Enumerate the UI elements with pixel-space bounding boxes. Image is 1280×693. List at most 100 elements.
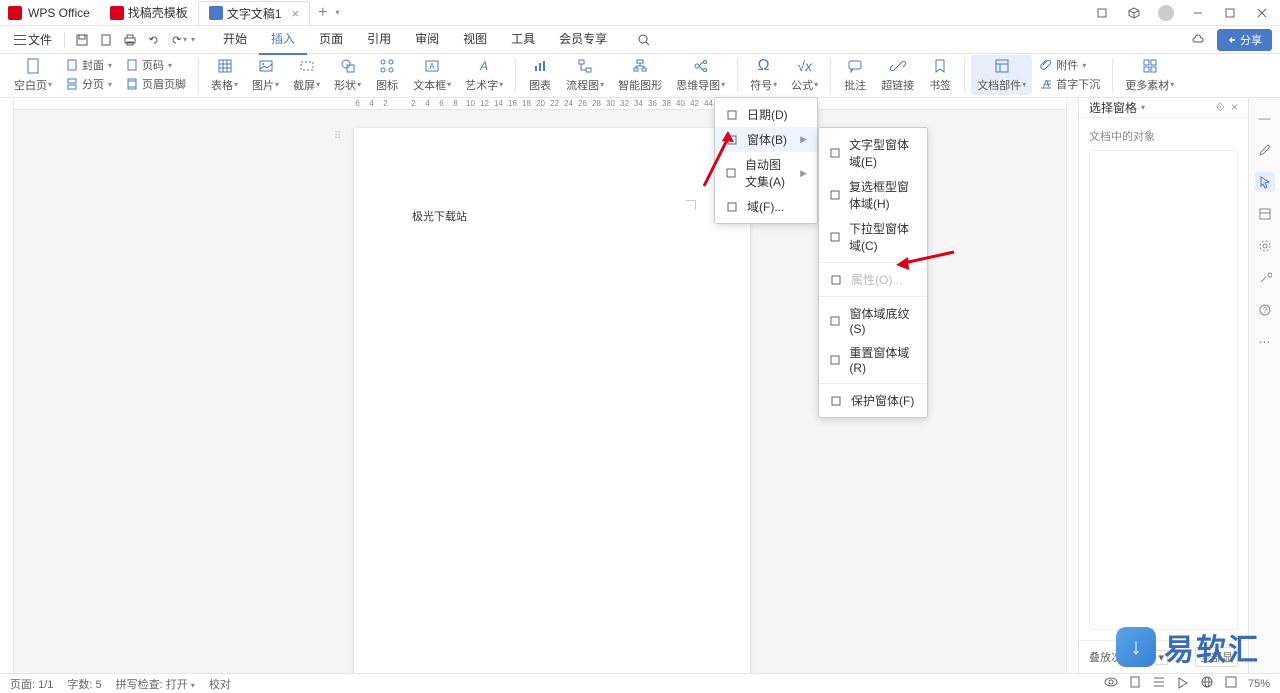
cover-button[interactable]: 封面▾	[66, 56, 112, 74]
pin-icon[interactable]: ⟐	[1216, 100, 1225, 115]
document-body-text[interactable]: 极光下载站	[412, 211, 467, 223]
close-icon[interactable]: ×	[1231, 100, 1238, 115]
header-footer-button[interactable]: 页眉页脚	[126, 75, 186, 93]
dropcap-icon: A	[1040, 78, 1052, 90]
panel-caret[interactable]: ▾	[1141, 103, 1145, 112]
menu-tab-开始[interactable]: 开始	[211, 24, 259, 55]
menu-tab-插入[interactable]: 插入	[259, 24, 307, 55]
menu-tab-页面[interactable]: 页面	[307, 24, 355, 55]
menu-item-reset_form[interactable]: 重置窗体域(R)	[819, 340, 927, 379]
help-icon[interactable]: ?	[1255, 300, 1275, 320]
cube-icon[interactable]	[1120, 1, 1148, 25]
menu-item-label: 域(F)...	[747, 198, 784, 215]
textbox-button[interactable]: A文本框▾	[407, 55, 457, 95]
menu-tab-审阅[interactable]: 审阅	[403, 24, 451, 55]
svg-text:A: A	[429, 62, 435, 71]
maximize-button[interactable]	[1216, 1, 1244, 25]
minimize-button[interactable]	[1184, 1, 1212, 25]
drag-handle-icon[interactable]: ⠿	[334, 131, 339, 142]
read-view-icon[interactable]	[1176, 675, 1190, 692]
tab-menu-caret[interactable]: ▾	[335, 8, 339, 17]
share-button[interactable]: 分享	[1217, 29, 1272, 51]
chart-button[interactable]: 图表	[522, 55, 558, 95]
collapse-icon[interactable]: —	[1255, 108, 1275, 128]
mindmap-button[interactable]: 思维导图▾	[670, 55, 731, 95]
settings-icon[interactable]	[1255, 236, 1275, 256]
eye-icon[interactable]	[1104, 675, 1118, 692]
attachment-icon	[1040, 59, 1052, 71]
spellcheck-status[interactable]: 拼写检查: 打开 ▾	[116, 676, 195, 692]
brand-logo-icon	[1116, 627, 1156, 667]
zoom-level[interactable]: 75%	[1248, 678, 1270, 690]
select-icon[interactable]	[1255, 172, 1275, 192]
user-avatar[interactable]	[1152, 1, 1180, 25]
redo-icon[interactable]: ▾	[167, 29, 189, 51]
save-icon[interactable]	[71, 29, 93, 51]
dropcap-button[interactable]: A首字下沉	[1040, 75, 1100, 93]
document-page[interactable]: ⠿ 极光下载站	[354, 128, 750, 673]
picture-button[interactable]: 图片▾	[246, 55, 285, 95]
equation-button[interactable]: √x公式▾	[785, 55, 824, 95]
more-icon[interactable]: ⋯	[1255, 332, 1275, 352]
tab-document-active[interactable]: 文字文稿1 ×	[198, 1, 310, 25]
bookmark-button[interactable]: 书签	[922, 55, 958, 95]
hyperlink-button[interactable]: 超链接	[875, 55, 920, 95]
doc-icon	[110, 6, 124, 20]
attachment-button[interactable]: 附件▾	[1040, 56, 1100, 74]
search-icon[interactable]	[633, 29, 655, 51]
tools-icon[interactable]	[1255, 268, 1275, 288]
menu-item-protect_form[interactable]: 保护窗体(F)	[819, 388, 927, 413]
comment-button[interactable]: 批注	[837, 55, 873, 95]
flowchart-button[interactable]: 流程图▾	[560, 55, 610, 95]
page-break-button[interactable]: 分页▾	[66, 75, 112, 93]
menu-item-text_form[interactable]: 文字型窗体域(E)	[819, 132, 927, 174]
brand-watermark: 易软汇	[1116, 625, 1260, 669]
print-preview-icon[interactable]	[95, 29, 117, 51]
menu-tab-视图[interactable]: 视图	[451, 24, 499, 55]
tab-label: 文字文稿1	[227, 5, 282, 22]
page-number-button[interactable]: 页码▾	[126, 56, 186, 74]
table-icon	[217, 57, 233, 75]
menu-item-date[interactable]: 日期(D)	[715, 102, 817, 127]
number-icon	[126, 59, 138, 71]
layout-icon[interactable]	[1255, 204, 1275, 224]
vertical-scrollbar[interactable]	[1066, 98, 1078, 673]
pencil-icon[interactable]	[1255, 140, 1275, 160]
blank-page-button[interactable]: 空白页▾	[8, 55, 58, 95]
menu-item-form_shading[interactable]: 窗体域底纹(S)	[819, 301, 927, 340]
smartart-button[interactable]: 智能图形	[612, 55, 668, 95]
menu-item-label: 复选框型窗体域(H)	[849, 178, 917, 212]
proof-status[interactable]: 校对	[209, 676, 231, 692]
submenu-arrow-icon: ▶	[800, 168, 807, 179]
menu-tab-工具[interactable]: 工具	[499, 24, 547, 55]
file-menu[interactable]: 文件	[8, 31, 58, 48]
page-indicator[interactable]: 页面: 1/1	[10, 676, 53, 692]
undo-icon[interactable]	[143, 29, 165, 51]
cloud-icon[interactable]	[1187, 29, 1209, 51]
screenshot-button[interactable]: 截屏▾	[287, 55, 326, 95]
icon-button[interactable]: 图标	[369, 55, 405, 95]
more-material-button[interactable]: 更多素材▾	[1119, 55, 1180, 95]
menu-tab-引用[interactable]: 引用	[355, 24, 403, 55]
window-action-icon[interactable]	[1088, 1, 1116, 25]
page-view-icon[interactable]	[1128, 675, 1142, 692]
shape-button[interactable]: 形状▾	[328, 55, 367, 95]
print-icon[interactable]	[119, 29, 141, 51]
more-caret[interactable]: ▾	[191, 35, 195, 44]
add-tab-button[interactable]: +	[310, 4, 335, 22]
menu-item-field[interactable]: 域(F)...	[715, 194, 817, 219]
fit-icon[interactable]	[1224, 675, 1238, 692]
menu-item-label: 日期(D)	[747, 106, 788, 123]
doc-parts-button[interactable]: 文档部件▾	[971, 55, 1032, 95]
wordart-button[interactable]: A艺术字▾	[459, 55, 509, 95]
web-view-icon[interactable]	[1200, 675, 1214, 692]
close-icon[interactable]: ×	[292, 6, 300, 21]
symbol-button[interactable]: Ω符号▾	[744, 55, 783, 95]
menu-tab-会员专享[interactable]: 会员专享	[547, 24, 619, 55]
tab-template[interactable]: 找稿壳模板	[100, 1, 198, 25]
close-button[interactable]	[1248, 1, 1276, 25]
menu-item-checkbox_form[interactable]: 复选框型窗体域(H)	[819, 174, 927, 216]
outline-view-icon[interactable]	[1152, 675, 1166, 692]
table-button[interactable]: 表格▾	[205, 55, 244, 95]
word-count[interactable]: 字数: 5	[67, 676, 101, 692]
